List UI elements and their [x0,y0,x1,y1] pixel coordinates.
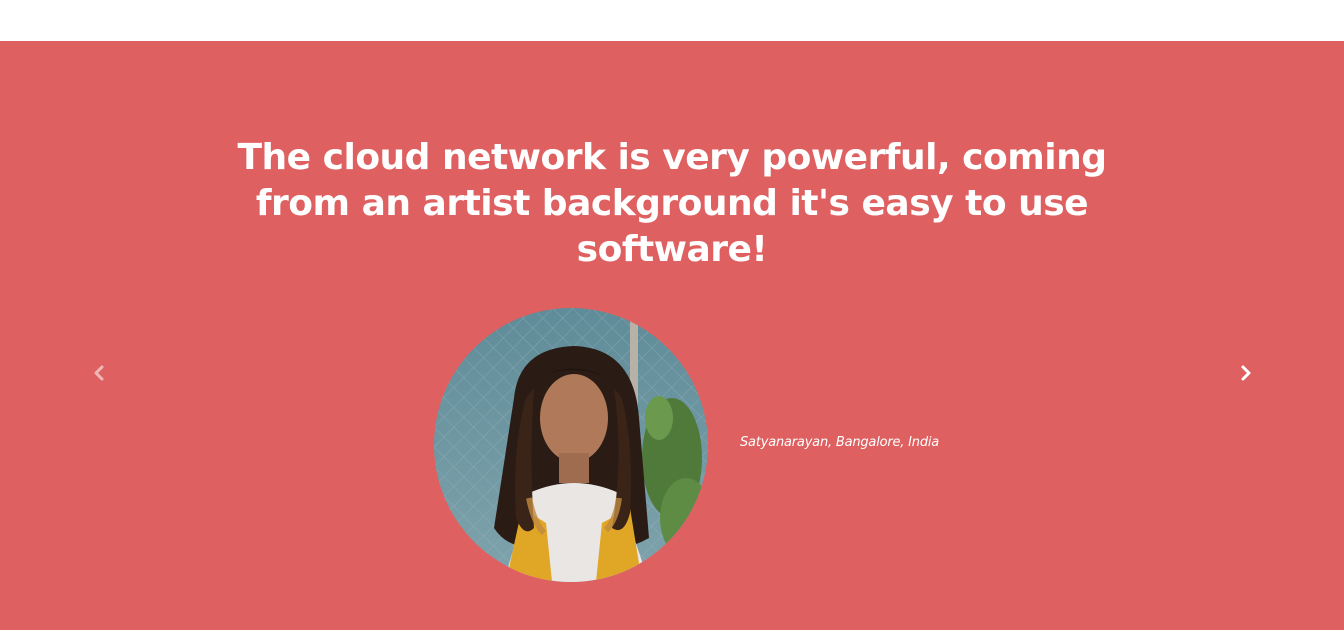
chevron-right-icon [1241,365,1251,381]
chevron-left-icon [94,365,104,381]
carousel-prev-button[interactable] [87,361,111,385]
testimonial-avatar [434,308,708,582]
testimonial-carousel: The cloud network is very powerful, comi… [0,41,1344,630]
testimonial-author: Satyanarayan, Bangalore, India [740,435,940,450]
testimonial-quote: The cloud network is very powerful, comi… [237,137,1107,270]
carousel-next-button[interactable] [1234,361,1258,385]
top-bar [0,0,1344,41]
